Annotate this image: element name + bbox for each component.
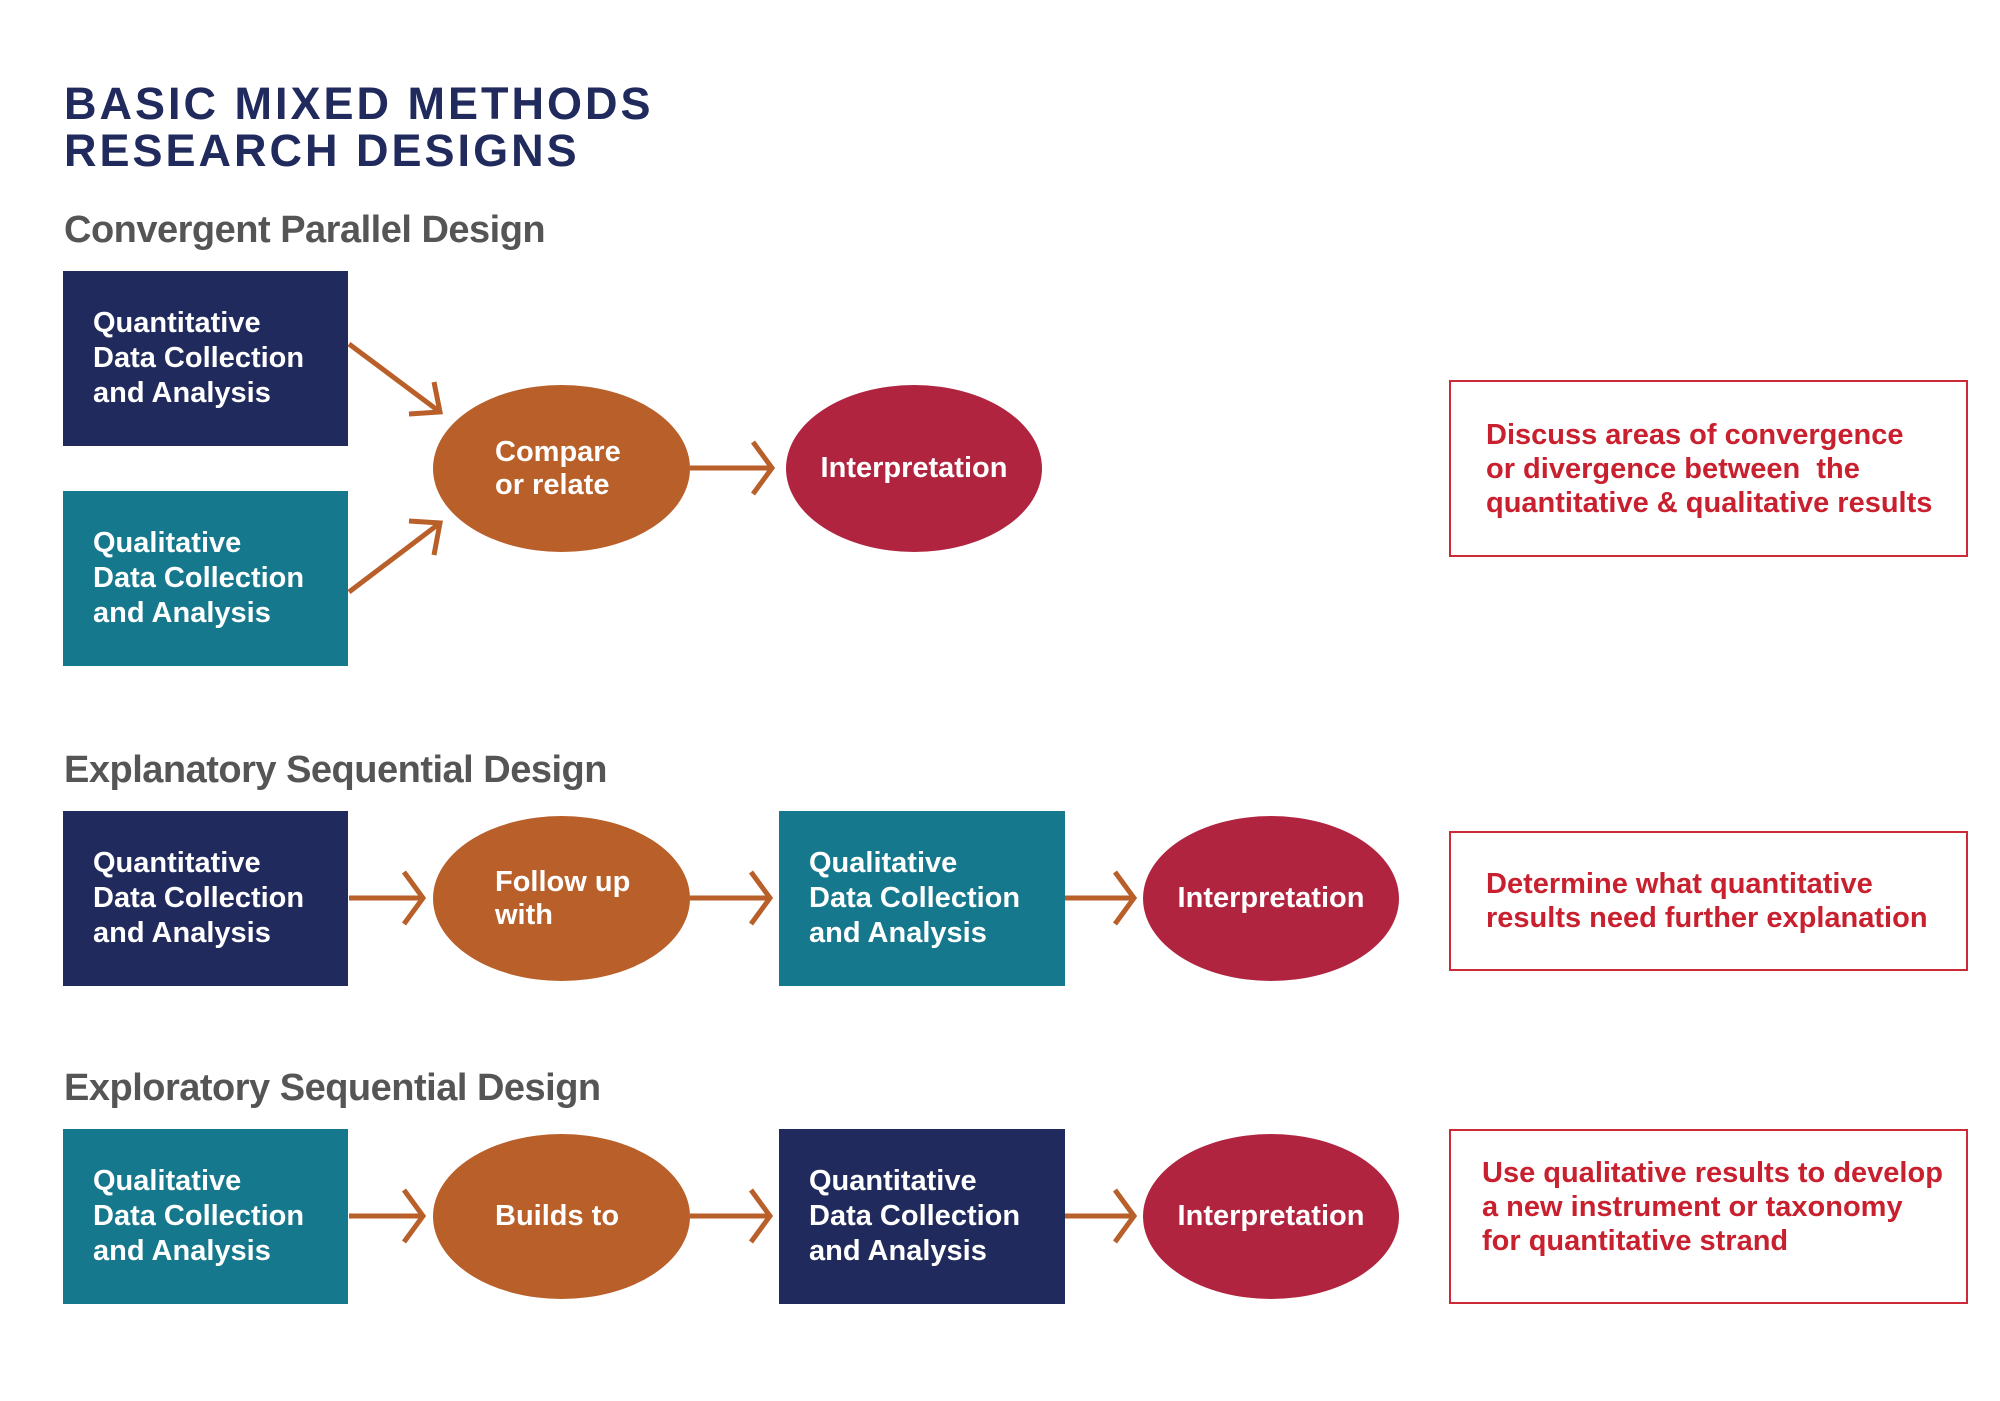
quantitative-box: Quantitative Data Collection and Analysi… xyxy=(63,811,348,986)
compare-or-relate-ellipse: Compare or relate xyxy=(433,385,690,552)
arrow-qual-to-compare xyxy=(347,518,443,594)
note-line: Determine what quantitative xyxy=(1486,868,1873,900)
box-line: and Analysis xyxy=(93,917,271,949)
arrow-compare-to-interpretation xyxy=(690,440,776,496)
ellipse-label: Interpretation xyxy=(1177,882,1365,914)
follow-up-with-ellipse: Follow up with xyxy=(433,816,690,981)
box-line: Qualitative xyxy=(93,527,242,559)
box-line: and Analysis xyxy=(809,917,987,949)
section-heading-explanatory: Explanatory Sequential Design xyxy=(64,749,607,791)
ellipse-label: Interpretation xyxy=(820,452,1008,484)
section-heading-exploratory: Exploratory Sequential Design xyxy=(64,1067,601,1109)
note-line: quantitative & qualitative results xyxy=(1486,486,1933,519)
interpretation-ellipse: Interpretation xyxy=(1143,1134,1399,1299)
ellipse-line: or relate xyxy=(495,468,610,501)
note-line: Discuss areas of convergence xyxy=(1486,418,1904,451)
builds-to-ellipse: Builds to xyxy=(433,1134,690,1299)
qualitative-box: Qualitative Data Collection and Analysis xyxy=(63,491,348,666)
box-line: and Analysis xyxy=(809,1235,987,1267)
box-line: Qualitative xyxy=(809,847,958,879)
box-line: Qualitative xyxy=(93,1165,242,1197)
box-line: Data Collection xyxy=(93,562,305,594)
arrow-quant-to-follow-up xyxy=(349,870,427,926)
ellipse-line: with xyxy=(495,898,553,931)
box-line: Data Collection xyxy=(809,1200,1021,1232)
ellipse-line: Compare xyxy=(495,435,621,468)
arrow-qual-to-interpretation xyxy=(1065,870,1138,926)
ellipse-label: Interpretation xyxy=(1177,1200,1365,1232)
note-line: Use qualitative results to develop xyxy=(1482,1156,1943,1189)
ellipse-line: Builds to xyxy=(495,1200,620,1232)
note-explanatory: Determine what quantitative results need… xyxy=(1449,831,1968,971)
interpretation-ellipse: Interpretation xyxy=(1143,816,1399,981)
arrow-quant-to-interpretation xyxy=(1065,1188,1138,1244)
box-line: and Analysis xyxy=(93,597,271,629)
arrow-qual-to-builds xyxy=(349,1188,427,1244)
box-line: Quantitative xyxy=(93,847,261,879)
note-convergent: Discuss areas of convergence or divergen… xyxy=(1449,380,1968,557)
box-line: Data Collection xyxy=(93,1200,305,1232)
note-line: or divergence between the xyxy=(1486,452,1860,485)
box-line: Quantitative xyxy=(809,1165,977,1197)
arrow-quant-to-compare xyxy=(347,341,444,417)
note-line: results need further explanation xyxy=(1486,902,1928,934)
box-line: and Analysis xyxy=(93,377,271,409)
note-line: a new instrument or taxonomy xyxy=(1482,1190,1903,1223)
box-line: Data Collection xyxy=(93,342,305,374)
quantitative-box: Quantitative Data Collection and Analysi… xyxy=(779,1129,1065,1304)
quantitative-box: Quantitative Data Collection and Analysi… xyxy=(63,271,348,446)
ellipse-line: Follow up xyxy=(495,865,631,898)
note-line: for quantitative strand xyxy=(1482,1224,1789,1257)
arrow-builds-to-quant xyxy=(690,1188,774,1244)
box-line: Quantitative xyxy=(93,307,261,339)
box-line: Data Collection xyxy=(809,882,1021,914)
arrow-follow-up-to-qual xyxy=(690,870,774,926)
box-line: and Analysis xyxy=(93,1235,271,1267)
qualitative-box: Qualitative Data Collection and Analysis xyxy=(63,1129,348,1304)
box-line: Data Collection xyxy=(93,882,305,914)
section-heading-convergent: Convergent Parallel Design xyxy=(64,209,546,251)
qualitative-box: Qualitative Data Collection and Analysis xyxy=(779,811,1065,986)
note-exploratory: Use qualitative results to develop a new… xyxy=(1449,1129,1968,1304)
interpretation-ellipse: Interpretation xyxy=(786,385,1042,552)
